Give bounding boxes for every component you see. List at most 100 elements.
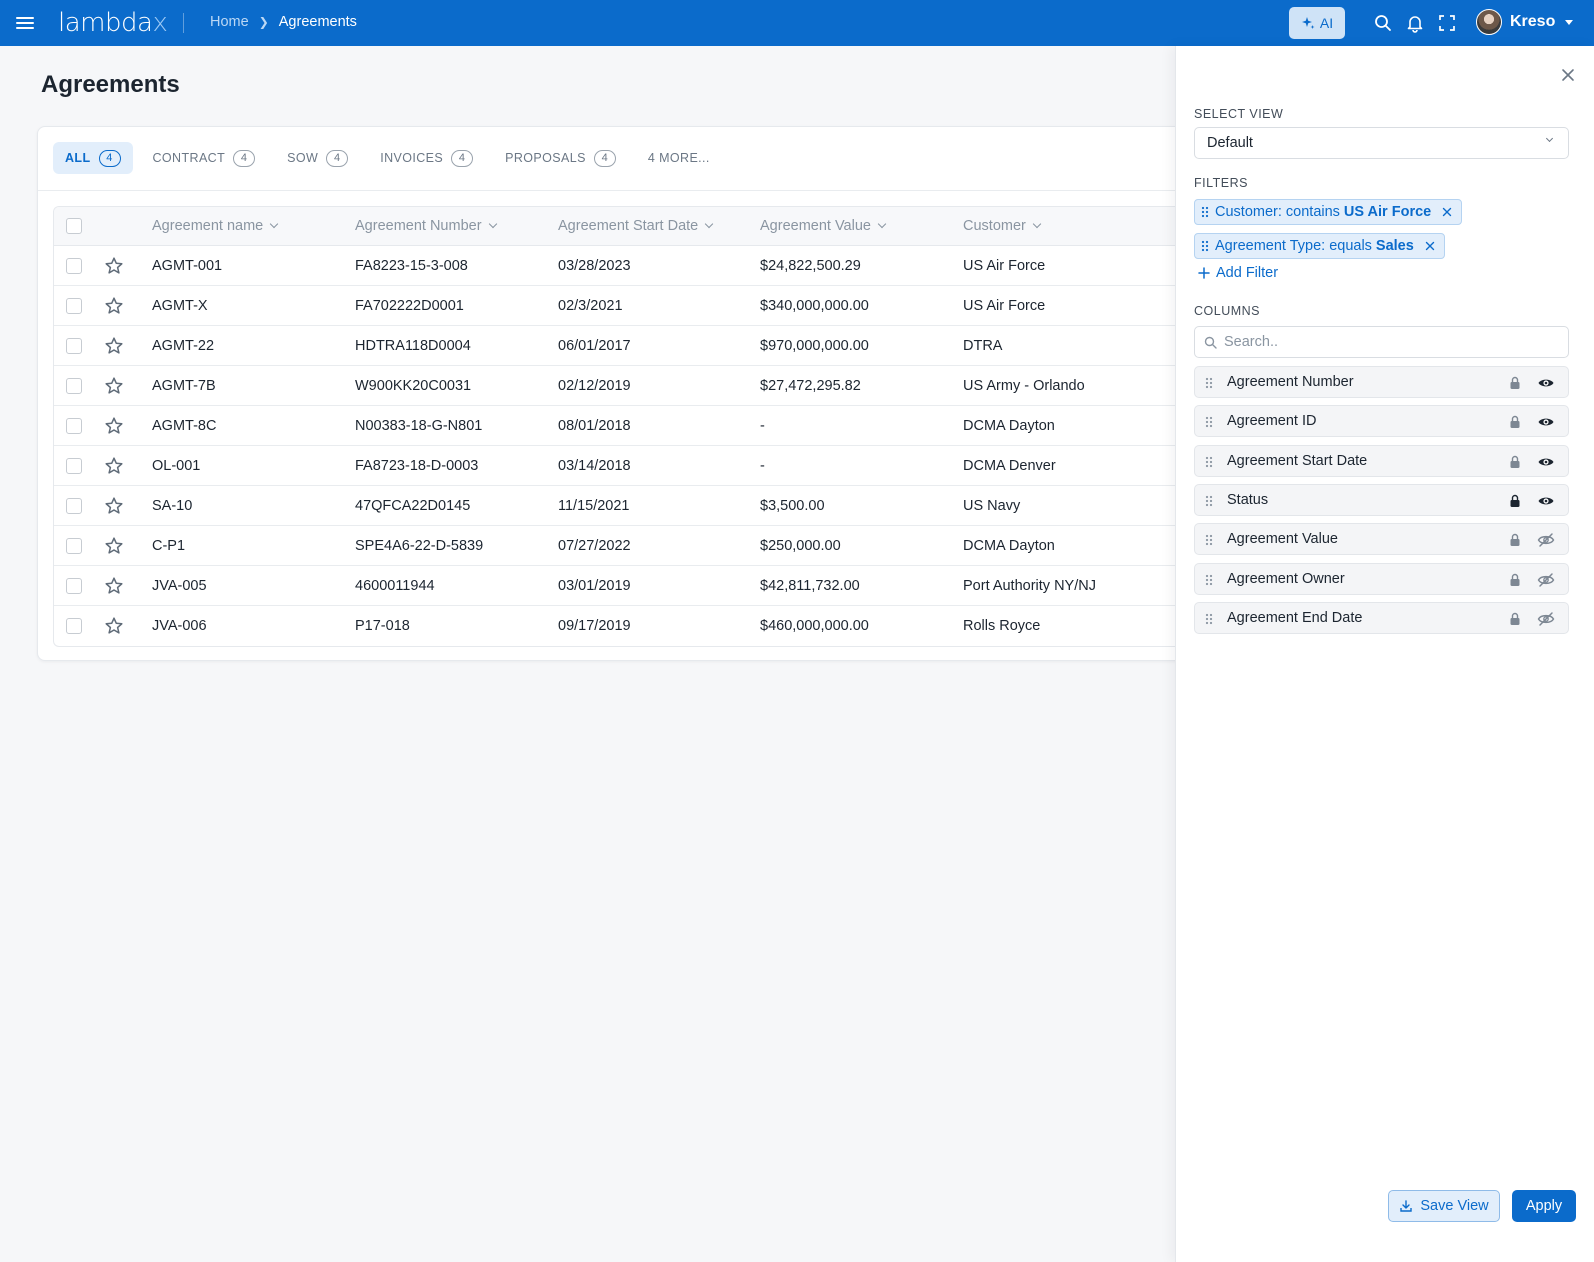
- tab-more[interactable]: 4 MORE...: [636, 142, 722, 174]
- bell-icon[interactable]: [1405, 13, 1425, 33]
- drag-handle-icon[interactable]: [1205, 573, 1213, 586]
- ai-button[interactable]: AI: [1289, 7, 1345, 39]
- star-icon[interactable]: [104, 616, 124, 636]
- row-checkbox[interactable]: [66, 618, 82, 634]
- filter-chip-agreement-type[interactable]: Agreement Type: equals Sales: [1194, 233, 1445, 259]
- eye-icon[interactable]: [1537, 454, 1555, 470]
- row-checkbox[interactable]: [66, 417, 82, 434]
- tab-proposals[interactable]: PROPOSALS 4: [493, 142, 628, 174]
- download-icon: [1400, 1200, 1413, 1212]
- app-logo[interactable]: lambdax: [58, 8, 168, 38]
- table-cell: C-P1: [152, 537, 186, 554]
- star-icon[interactable]: [104, 456, 124, 476]
- apply-button[interactable]: Apply: [1512, 1190, 1576, 1222]
- drag-handle-icon[interactable]: [1205, 416, 1213, 429]
- column-item-label: Agreement End Date: [1227, 609, 1363, 626]
- tab-contract[interactable]: CONTRACT 4: [141, 142, 268, 174]
- add-filter-button[interactable]: Add Filter: [1198, 265, 1278, 281]
- table-row[interactable]: OL-001 FA8723-18-D-0003 03/14/2018 - DCMA De…: [54, 446, 1196, 486]
- star-icon[interactable]: [104, 416, 124, 436]
- select-all-checkbox[interactable]: [66, 218, 82, 234]
- lock-icon[interactable]: [1507, 493, 1523, 509]
- eye-off-icon[interactable]: [1537, 611, 1555, 627]
- eye-off-icon[interactable]: [1537, 572, 1555, 588]
- star-icon[interactable]: [104, 296, 124, 316]
- column-header-agreement-name[interactable]: Agreement name: [152, 207, 279, 245]
- table-row[interactable]: AGMT-X FA702222D0001 02/3/2021 $340,000,000…: [54, 286, 1196, 326]
- table-cell: US Air Force: [963, 257, 1046, 274]
- column-header-customer[interactable]: Customer: [963, 207, 1042, 245]
- star-icon[interactable]: [104, 376, 124, 396]
- lock-icon[interactable]: [1507, 375, 1523, 391]
- drag-handle-icon[interactable]: [1205, 534, 1213, 547]
- drag-handle-icon[interactable]: [1205, 377, 1213, 389]
- lock-icon[interactable]: [1507, 611, 1523, 627]
- column-item[interactable]: Agreement Owner: [1194, 562, 1569, 595]
- close-icon[interactable]: [1559, 66, 1577, 84]
- lock-icon[interactable]: [1507, 454, 1523, 470]
- row-checkbox[interactable]: [66, 577, 82, 594]
- lock-icon[interactable]: [1507, 532, 1523, 548]
- table-row[interactable]: AGMT-7B W900KK20C0031 02/12/2019 $27,472,29…: [54, 366, 1196, 406]
- chevron-right-icon: ❯: [258, 15, 269, 29]
- fullscreen-icon[interactable]: [1437, 13, 1457, 33]
- column-item[interactable]: Agreement Number: [1194, 366, 1569, 398]
- drag-handle-icon[interactable]: [1201, 240, 1209, 252]
- tab-invoices[interactable]: INVOICES 4: [368, 142, 485, 174]
- column-header-agreement-number[interactable]: Agreement Number: [355, 207, 497, 245]
- row-checkbox[interactable]: [66, 457, 82, 474]
- table-cell: $42,811,732.00: [760, 577, 860, 594]
- lock-icon[interactable]: [1507, 572, 1523, 588]
- search-icon[interactable]: [1373, 13, 1393, 33]
- table-row[interactable]: C-P1 SPE4A6-22-D-5839 07/27/2022 $250,000.0…: [54, 526, 1196, 566]
- table-row[interactable]: JVA-006 P17-018 09/17/2019 $460,000,000.00 R…: [54, 606, 1196, 646]
- menu-icon[interactable]: [16, 14, 34, 32]
- eye-icon[interactable]: [1537, 375, 1555, 391]
- row-checkbox[interactable]: [66, 257, 82, 274]
- columns-search-input[interactable]: [1224, 334, 1544, 350]
- row-checkbox[interactable]: [66, 537, 82, 554]
- row-checkbox[interactable]: [66, 497, 82, 514]
- chevron-down-icon: [488, 219, 497, 229]
- table-row[interactable]: SA-10 47QFCA22D0145 11/15/2021 $3,500.00 US …: [54, 486, 1196, 526]
- remove-filter-icon[interactable]: [1441, 206, 1453, 218]
- tab-all[interactable]: ALL 4: [53, 142, 133, 174]
- table-row[interactable]: AGMT-001 FA8223-15-3-008 03/28/2023 $24,822…: [54, 246, 1196, 286]
- table-cell: DCMA Denver: [963, 457, 1056, 474]
- column-header-start-date[interactable]: Agreement Start Date: [558, 207, 714, 245]
- eye-off-icon[interactable]: [1537, 532, 1555, 548]
- column-header-agreement-value[interactable]: Agreement Value: [760, 207, 887, 245]
- row-checkbox[interactable]: [66, 337, 82, 354]
- column-item[interactable]: Agreement ID: [1194, 405, 1569, 438]
- lock-icon[interactable]: [1507, 414, 1523, 430]
- row-checkbox[interactable]: [66, 377, 82, 394]
- star-icon[interactable]: [104, 336, 124, 356]
- column-item[interactable]: Status: [1194, 483, 1569, 516]
- eye-icon[interactable]: [1537, 414, 1555, 430]
- star-icon[interactable]: [104, 496, 124, 516]
- column-item[interactable]: Agreement Value: [1194, 523, 1569, 556]
- drag-handle-icon[interactable]: [1201, 206, 1209, 218]
- breadcrumb-home[interactable]: Home: [210, 14, 249, 30]
- select-view-dropdown[interactable]: Default: [1194, 127, 1569, 159]
- user-menu[interactable]: Kreso: [1476, 9, 1574, 35]
- remove-filter-icon[interactable]: [1424, 240, 1436, 252]
- row-checkbox[interactable]: [66, 297, 82, 314]
- table-row[interactable]: AGMT-22 HDTRA118D0004 06/01/2017 $970,000,0…: [54, 326, 1196, 366]
- eye-icon[interactable]: [1537, 493, 1555, 509]
- table-row[interactable]: JVA-005 4600011944 03/01/2019 $42,811,732.0…: [54, 566, 1196, 606]
- star-icon[interactable]: [104, 256, 124, 276]
- drag-handle-icon[interactable]: [1205, 455, 1213, 468]
- columns-search: [1194, 326, 1569, 358]
- drag-handle-icon[interactable]: [1205, 612, 1213, 625]
- filter-chip-customer[interactable]: Customer: contains US Air Force: [1194, 199, 1463, 225]
- star-icon[interactable]: [104, 576, 124, 596]
- column-item[interactable]: Agreement End Date: [1194, 601, 1569, 634]
- star-icon[interactable]: [104, 536, 124, 556]
- save-view-button[interactable]: Save View: [1388, 1190, 1500, 1222]
- table-row[interactable]: AGMT-8C N00383-18-G-N801 08/01/2018 - DCMA D…: [54, 406, 1196, 446]
- table-cell: $24,822,500.29: [760, 257, 861, 274]
- drag-handle-icon[interactable]: [1205, 494, 1213, 507]
- column-item[interactable]: Agreement Start Date: [1194, 444, 1569, 477]
- tab-sow[interactable]: SOW 4: [275, 142, 360, 174]
